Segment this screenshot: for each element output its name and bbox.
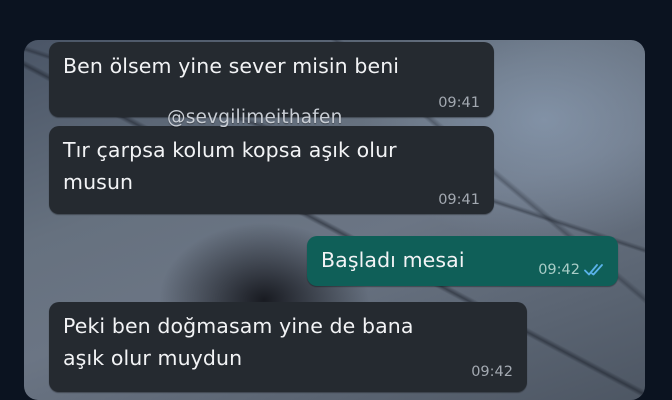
message-time: 09:42 xyxy=(538,262,580,278)
message-text: Tır çarpsa kolum kopsa aşık olur musun xyxy=(63,138,397,194)
message-time: 09:41 xyxy=(438,192,480,208)
message-text: Ben ölsem yine sever misin beni xyxy=(63,54,400,78)
message-bubble-outgoing[interactable]: Başladı mesai 09:42 xyxy=(307,236,618,286)
message-bubble-incoming[interactable]: Peki ben doğmasam yine de bana aşık olur… xyxy=(49,302,527,392)
message-bubble-incoming[interactable]: Ben ölsem yine sever misin beni 09:41 xyxy=(49,42,494,117)
message-bubble-incoming[interactable]: Tır çarpsa kolum kopsa aşık olur musun 0… xyxy=(49,126,494,214)
message-text: Peki ben doğmasam yine de bana aşık olur… xyxy=(63,314,414,370)
message-time: 09:41 xyxy=(438,95,480,111)
watermark-text: @sevgilimeithafen xyxy=(167,107,343,128)
double-check-icon xyxy=(584,264,603,276)
